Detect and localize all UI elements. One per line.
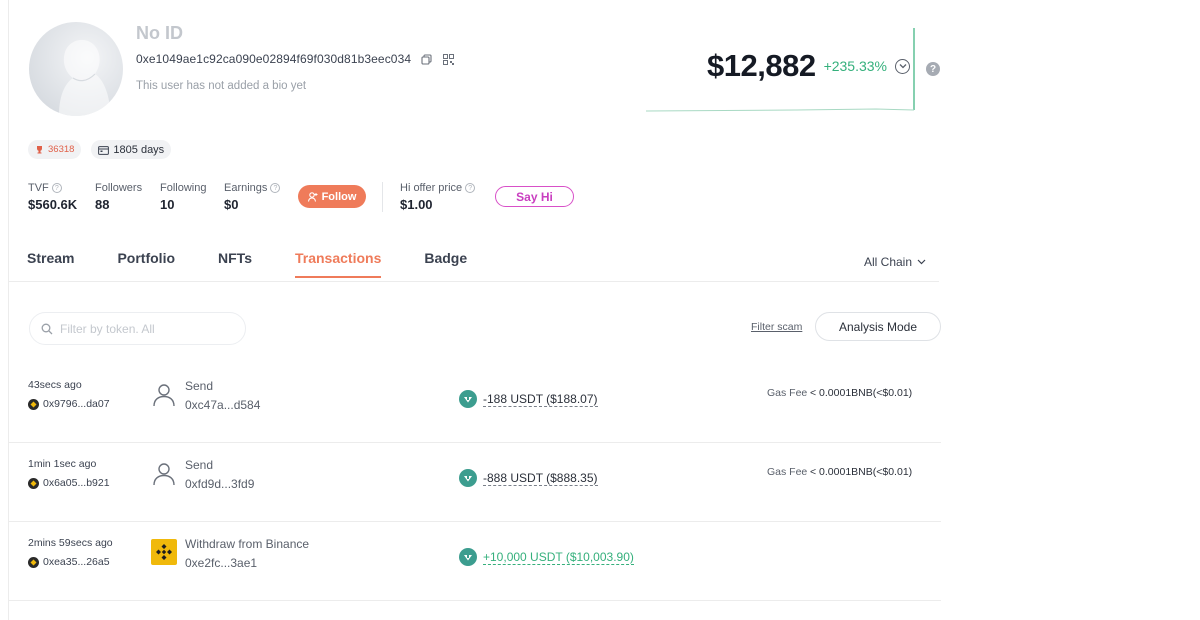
help-icon[interactable]: ? [51,183,62,193]
tx-time: 2mins 59secs ago [28,537,113,549]
profile-badges: 36318 1805 days [28,140,172,159]
stat-value: $0 [224,197,239,212]
gas-fee-value: < 0.0001BNB(<$0.01) [810,387,913,399]
rank-badge[interactable]: 36318 [28,140,82,159]
avatar [29,22,123,116]
avatar-silhouette-icon [59,39,111,116]
divider [382,182,383,212]
tx-from-address: 0x6a05...b921 [43,477,110,489]
filter-scam-link[interactable]: Filter scam [751,321,802,333]
tx-from[interactable]: 0xea35...26a5 [28,556,110,568]
help-icon[interactable]: ? [270,183,281,193]
stat-value: $1.00 [400,197,433,212]
stat-value: $560.6K [28,197,78,212]
bnb-chain-icon [28,477,39,489]
stat-label: Earnings [224,182,268,194]
tx-type: Send [185,458,214,472]
tx-amount-value: +10,000 USDT ($10,003.90) [483,549,634,565]
tab-badge[interactable]: Badge [424,250,467,278]
calendar-icon [98,145,110,155]
usdt-token-icon [459,390,477,408]
profile-name: No ID [136,23,183,43]
analysis-mode-button[interactable]: Analysis Mode [815,312,941,341]
binance-icon [151,539,177,565]
copy-icon[interactable] [419,52,433,66]
bnb-chain-icon [28,556,39,568]
stat-following[interactable]: Following 10 [160,181,224,212]
token-search-input[interactable] [60,321,230,336]
bnb-chain-icon [28,398,39,410]
net-worth-value: $12,882 [707,48,816,83]
tx-time: 1min 1sec ago [28,458,97,470]
tx-counterparty[interactable]: 0xfd9d...3fd9 [185,477,254,491]
search-icon [41,323,53,334]
tab-stream[interactable]: Stream [27,250,74,278]
stat-label: TVF [28,182,49,194]
stat-tvf: TVF? $560.6K [28,181,95,212]
net-worth-change: +235.33% [823,58,888,74]
transaction-row[interactable]: 1min 1sec ago 0x6a05...b921 Send 0xfd9d.… [9,443,941,522]
stat-followers[interactable]: Followers 88 [95,181,160,212]
say-hi-button[interactable]: Say Hi [495,186,574,207]
tx-amount-value: -888 USDT ($888.35) [483,470,598,486]
gas-fee-label: Gas Fee [767,387,808,399]
tab-nfts[interactable]: NFTs [218,250,252,278]
usdt-token-icon [459,469,477,487]
tx-from[interactable]: 0x6a05...b921 [28,477,110,489]
net-worth: $12,882 +235.33% [707,48,911,84]
chevron-down-icon [917,259,926,265]
add-user-icon [307,191,318,202]
tx-type: Withdraw from Binance [185,537,310,551]
transaction-row[interactable]: 2mins 59secs ago 0xea35...26a5 Withdraw … [9,522,941,601]
tx-from-address: 0x9796...da07 [43,398,110,410]
rank-value: 36318 [48,144,75,155]
gas-fee-value: < 0.0001BNB(<$0.01) [810,466,913,478]
stat-label: Followers [95,182,143,194]
token-search[interactable] [29,312,246,345]
user-icon [153,463,175,486]
gas-fee-label: Gas Fee [767,466,808,478]
help-icon[interactable]: ? [465,183,476,193]
chain-selector-label: All Chain [864,255,913,269]
qr-code-icon[interactable] [441,52,455,66]
help-icon[interactable]: ? [926,62,940,76]
profile-tabs: Stream Portfolio NFTs Transactions Badge [27,250,467,278]
tx-from[interactable]: 0x9796...da07 [28,398,110,410]
tx-from-address: 0xea35...26a5 [43,556,110,568]
usdt-token-icon [459,548,477,566]
stat-offer-price: Hi offer price? $1.00 [400,181,476,212]
profile-stats: TVF? $560.6K Followers 88 Following 10 E… [28,181,294,212]
tabs-divider [9,281,939,282]
follow-label: Follow [321,190,357,203]
days-badge: 1805 days [91,140,172,159]
chevron-down-icon[interactable] [895,58,911,74]
tx-type: Send [185,379,214,393]
profile-page: No ID 0xe1049ae1c92ca090e02894f69f030d81… [8,0,941,620]
wallet-address: 0xe1049ae1c92ca090e02894f69f030d81b3eec0… [136,52,412,66]
user-icon [153,384,175,407]
tx-time: 43secs ago [28,379,82,391]
tx-amount[interactable]: -188 USDT ($188.07) [459,390,598,408]
tab-transactions[interactable]: Transactions [294,250,382,278]
profile-bio: This user has not added a bio yet [136,80,307,92]
tx-amount-value: -188 USDT ($188.07) [483,391,598,407]
follow-button[interactable]: Follow [298,185,366,208]
stat-value: 10 [160,197,175,212]
trophy-icon [37,146,42,154]
net-worth-chart-baseline [646,108,915,112]
transaction-row[interactable]: 43secs ago 0x9796...da07 Send 0xc47a...d… [9,364,941,443]
days-value: 1805 days [113,143,165,156]
address-row: 0xe1049ae1c92ca090e02894f69f030d81b3eec0… [136,52,455,66]
stat-label: Hi offer price [400,182,463,194]
tx-counterparty[interactable]: 0xe2fc...3ae1 [185,556,257,570]
tx-amount[interactable]: +10,000 USDT ($10,003.90) [459,548,634,566]
stat-label: Following [160,182,207,194]
tx-counterparty[interactable]: 0xc47a...d584 [185,398,260,412]
tab-portfolio[interactable]: Portfolio [117,250,175,278]
stat-earnings: Earnings? $0 [224,181,294,212]
stat-value: 88 [95,197,110,212]
tx-amount[interactable]: -888 USDT ($888.35) [459,469,598,487]
chain-selector[interactable]: All Chain [864,255,926,269]
